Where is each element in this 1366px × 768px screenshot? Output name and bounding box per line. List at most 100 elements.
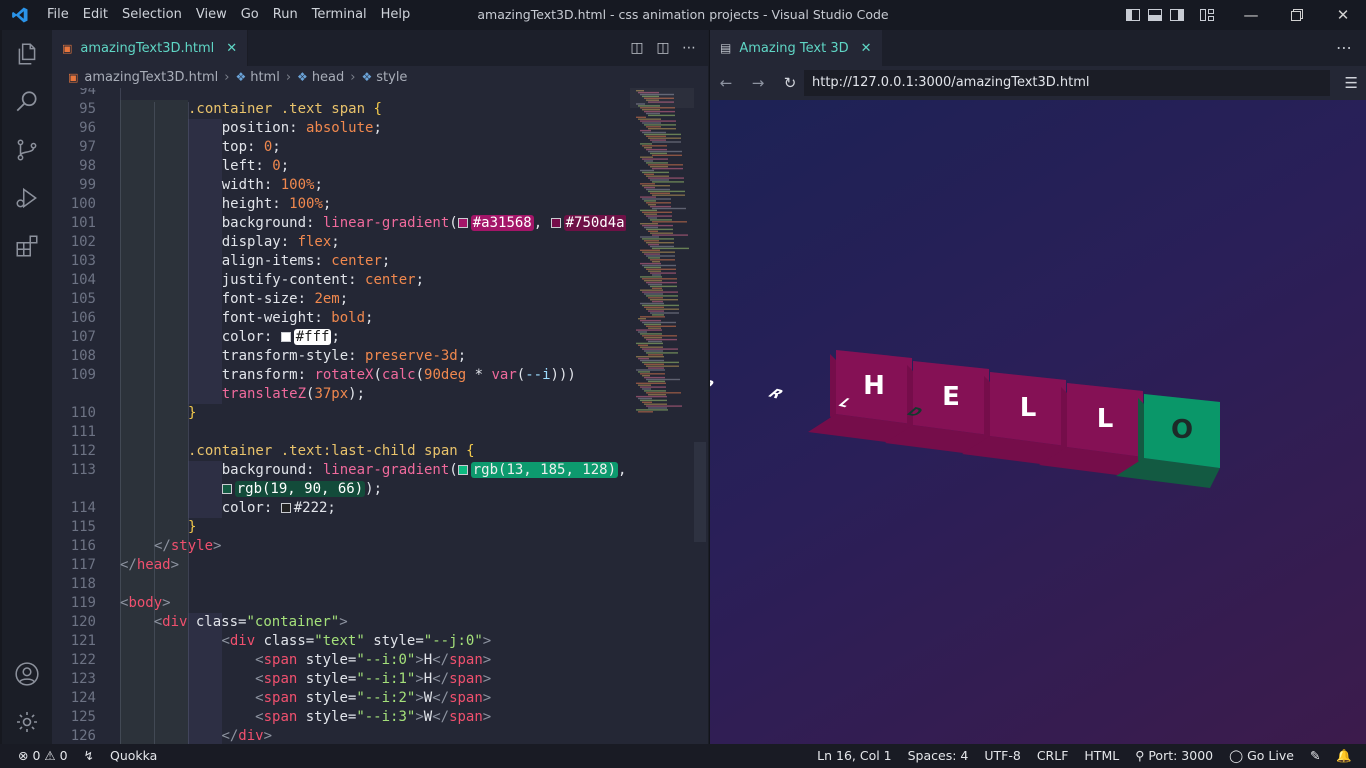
language-mode[interactable]: HTML xyxy=(1076,744,1127,768)
extensions-icon[interactable] xyxy=(2,222,52,270)
code-line[interactable]: 115} xyxy=(52,518,626,537)
code-line[interactable]: 125 <span style="--i:3">W</span> xyxy=(52,708,626,727)
cursor-position[interactable]: Ln 16, Col 1 xyxy=(809,744,900,768)
code-line[interactable]: 102 display: flex; xyxy=(52,233,626,252)
menu-file[interactable]: File xyxy=(40,0,76,30)
line-text: } xyxy=(188,519,197,535)
code-line[interactable]: translateZ(37px); xyxy=(52,385,626,404)
feedback-icon[interactable]: ✎ xyxy=(1302,744,1328,768)
menu-view[interactable]: View xyxy=(189,0,234,30)
breadcrumb-head[interactable]: head xyxy=(312,70,344,85)
minimap-line xyxy=(650,272,676,274)
lightning-icon[interactable]: ↯ xyxy=(76,744,102,768)
code-line[interactable]: 116 </style> xyxy=(52,537,626,556)
indentation[interactable]: Spaces: 4 xyxy=(900,744,977,768)
code-line[interactable]: 105 font-size: 2em; xyxy=(52,290,626,309)
open-preview-icon[interactable]: ◫ xyxy=(624,40,650,56)
problems-indicator[interactable]: ⊗ 0 ⚠ 0 xyxy=(0,744,76,768)
close-tab-icon[interactable]: ✕ xyxy=(861,41,872,56)
minimap-line xyxy=(640,183,655,185)
close-tab-icon[interactable]: ✕ xyxy=(226,41,237,56)
code-line[interactable]: 107 color: #fff; xyxy=(52,328,626,347)
code-line[interactable]: 95 .container .text span { xyxy=(52,100,626,119)
code-line[interactable]: 99 width: 100%; xyxy=(52,176,626,195)
search-icon[interactable] xyxy=(2,78,52,126)
forward-arrow-icon[interactable]: → xyxy=(742,74,774,92)
split-editor-icon[interactable]: ◫ xyxy=(650,40,676,56)
code-line[interactable]: 118 xyxy=(52,575,626,594)
minimap[interactable] xyxy=(630,88,694,744)
url-input[interactable]: http://127.0.0.1:3000/amazingText3D.html xyxy=(804,70,1330,96)
line-number: 115 xyxy=(70,519,96,535)
code-line[interactable]: 122 <span style="--i:0">H</span> xyxy=(52,651,626,670)
toggle-secondary-sidebar-icon[interactable] xyxy=(1166,0,1188,30)
code-editor[interactable]: 94 95 .container .text span {96 position: … xyxy=(52,88,626,744)
code-line[interactable]: 109 transform: rotateX(calc(90deg * var(… xyxy=(52,366,626,385)
menu-terminal[interactable]: Terminal xyxy=(305,0,374,30)
breadcrumb-style[interactable]: style xyxy=(376,70,407,85)
source-control-icon[interactable] xyxy=(2,126,52,174)
code-line[interactable]: 97 top: 0; xyxy=(52,138,626,157)
code-line[interactable]: 114 color: #222; xyxy=(52,499,626,518)
scrollbar-thumb[interactable] xyxy=(694,442,706,542)
go-live-button[interactable]: ◯ Go Live xyxy=(1221,744,1302,768)
code-line[interactable]: rgb(19, 90, 66)); xyxy=(52,480,626,499)
account-icon[interactable] xyxy=(2,650,52,698)
menu-run[interactable]: Run xyxy=(266,0,305,30)
minimap-line xyxy=(646,112,660,115)
code-line[interactable]: 98 left: 0; xyxy=(52,157,626,176)
code-line[interactable]: 120 <div class="container"> xyxy=(52,613,626,632)
code-line[interactable]: 104 justify-content: center; xyxy=(52,271,626,290)
editor-scrollbar[interactable] xyxy=(694,88,706,744)
menu-help[interactable]: Help xyxy=(374,0,418,30)
code-line[interactable]: 121 <div class="text" style="--j:0"> xyxy=(52,632,626,651)
code-line[interactable]: 111 xyxy=(52,423,626,442)
toggle-primary-sidebar-icon[interactable] xyxy=(1122,0,1144,30)
menu-go[interactable]: Go xyxy=(234,0,266,30)
code-line[interactable]: 124 <span style="--i:2">W</span> xyxy=(52,689,626,708)
notifications-bell-icon[interactable]: 🔔 xyxy=(1328,744,1366,768)
explorer-icon[interactable] xyxy=(2,30,52,78)
minimap-viewport[interactable] xyxy=(630,88,694,108)
code-line[interactable]: 101 background: linear-gradient(#a31568,… xyxy=(52,214,626,233)
code-line[interactable]: 117 </head> xyxy=(52,556,626,575)
settings-gear-icon[interactable] xyxy=(2,698,52,746)
line-text: height: 100%; xyxy=(188,196,332,212)
quokka-status[interactable]: Quokka xyxy=(102,744,165,768)
restore-button[interactable] xyxy=(1274,0,1320,30)
code-line[interactable]: 112 .container .text:last-child span { xyxy=(52,442,626,461)
encoding[interactable]: UTF-8 xyxy=(976,744,1028,768)
menu-selection[interactable]: Selection xyxy=(115,0,189,30)
tab-amazing-text-3d[interactable]: ▤ Amazing Text 3D ✕ xyxy=(710,30,882,66)
code-line[interactable]: 119 <body> xyxy=(52,594,626,613)
code-line[interactable]: 113 background: linear-gradient(rgb(13, … xyxy=(52,461,626,480)
code-line[interactable]: 96 position: absolute; xyxy=(52,119,626,138)
code-line[interactable]: 126 </div> xyxy=(52,727,626,744)
code-line[interactable]: 106 font-weight: bold; xyxy=(52,309,626,328)
line-ending[interactable]: CRLF xyxy=(1029,744,1077,768)
back-arrow-icon[interactable]: ← xyxy=(710,74,742,92)
code-line[interactable]: 110} xyxy=(52,404,626,423)
code-line[interactable]: 103 align-items: center; xyxy=(52,252,626,271)
code-line[interactable]: 100 height: 100%; xyxy=(52,195,626,214)
code-line[interactable]: 108 transform-style: preserve-3d; xyxy=(52,347,626,366)
menu-icon[interactable]: ☰ xyxy=(1345,66,1358,100)
breadcrumb-html[interactable]: html xyxy=(250,70,280,85)
customize-layout-icon[interactable] xyxy=(1196,0,1218,30)
reload-icon[interactable]: ↻ xyxy=(774,74,806,92)
code-line[interactable]: 123 <span style="--i:1">H</span> xyxy=(52,670,626,689)
minimize-button[interactable]: — xyxy=(1228,0,1274,30)
toggle-panel-icon[interactable] xyxy=(1144,0,1166,30)
minimap-line xyxy=(646,365,679,367)
run-debug-icon[interactable] xyxy=(2,174,52,222)
more-actions-icon[interactable]: ⋯ xyxy=(676,40,702,56)
live-server-port[interactable]: ⚲ Port: 3000 xyxy=(1127,744,1221,768)
menu-edit[interactable]: Edit xyxy=(76,0,115,30)
more-actions-icon[interactable]: ⋯ xyxy=(1336,30,1352,66)
tab-amazingtext3d[interactable]: ▣ amazingText3D.html ✕ xyxy=(52,30,249,66)
minimap-line xyxy=(646,255,675,257)
breadcrumb-file[interactable]: amazingText3D.html xyxy=(84,70,218,85)
code-line[interactable]: 94 xyxy=(52,88,626,100)
minimap-line xyxy=(648,310,664,312)
close-window-button[interactable]: ✕ xyxy=(1320,0,1366,30)
